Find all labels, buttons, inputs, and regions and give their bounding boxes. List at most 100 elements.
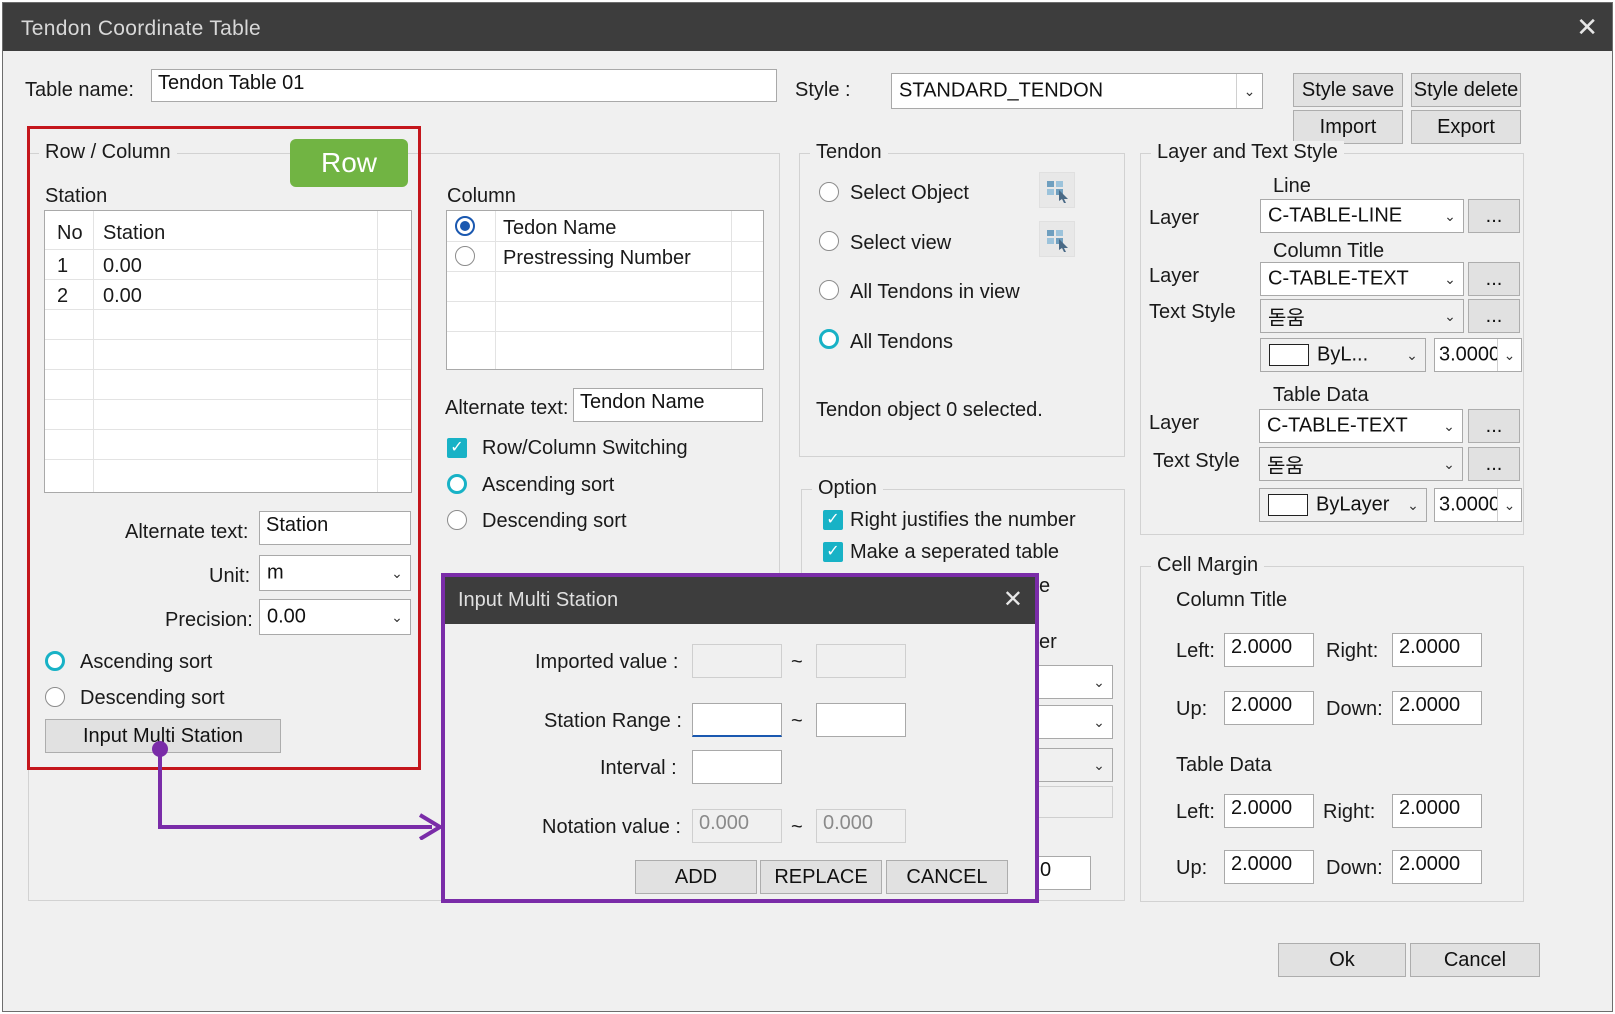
interval-input[interactable] (692, 750, 782, 784)
add-button[interactable]: ADD (635, 860, 757, 894)
tendon-group-title: Tendon (810, 141, 888, 164)
column-ascending-label: Ascending sort (482, 474, 615, 496)
all-tendons-radio[interactable] (819, 329, 839, 349)
cm-td-left-label: Left: (1176, 801, 1215, 823)
data-layer-select[interactable]: C-TABLE-TEXT ⌄ (1259, 409, 1463, 443)
option-select-2[interactable]: ⌄ (1033, 705, 1113, 739)
col-color-select[interactable]: ByL... ⌄ (1260, 338, 1426, 372)
style-delete-button[interactable]: Style delete (1411, 73, 1521, 107)
col-text-height-select[interactable]: 3.0000 ⌄ (1434, 338, 1522, 372)
cm-td-right-label: Right: (1323, 801, 1376, 823)
column-descending-radio[interactable] (447, 510, 467, 530)
cm-ct-up-input[interactable]: 2.0000 (1224, 691, 1314, 725)
table-data-subheading: Table Data (1273, 384, 1369, 406)
station-range-label: Station Range : (544, 710, 682, 732)
cell-margin-title: Cell Margin (1151, 554, 1265, 577)
tilde-3: ~ (791, 816, 803, 838)
data-text-style-select[interactable]: 돋움 ⌄ (1259, 447, 1463, 481)
col-text-style-select[interactable]: 돋움 ⌄ (1260, 299, 1464, 333)
data-layer-browse-button[interactable]: ... (1468, 409, 1520, 443)
title-bar: Tendon Coordinate Table ✕ (3, 3, 1612, 51)
select-view-radio[interactable] (819, 231, 839, 251)
data-text-style-label: Text Style (1153, 450, 1240, 472)
col-layer-label: Layer (1149, 265, 1200, 287)
notation-to-input: 0.000 (816, 809, 906, 843)
select-object-pick-icon[interactable] (1039, 172, 1075, 208)
sub-title-bar: Input Multi Station ✕ (445, 577, 1035, 624)
range-from-input[interactable] (692, 703, 782, 737)
style-select[interactable]: STANDARD_TENDON ⌄ (891, 73, 1263, 109)
option-select-3[interactable]: ⌄ (1033, 748, 1113, 782)
close-icon[interactable]: ✕ (1576, 12, 1598, 43)
right-justify-checkbox[interactable]: ✓ (823, 510, 843, 530)
chevron-down-icon: ⌄ (1093, 756, 1105, 773)
cm-td-down-input[interactable]: 2.0000 (1392, 850, 1482, 884)
export-button[interactable]: Export (1411, 110, 1521, 144)
tendon-status-text: Tendon object 0 selected. (816, 399, 1043, 421)
data-color-value: ByLayer (1316, 493, 1390, 516)
all-tendons-label: All Tendons (850, 331, 954, 353)
column-item-tedon-name[interactable]: Tedon Name (503, 217, 616, 240)
option-group-title: Option (812, 477, 883, 500)
style-save-button[interactable]: Style save (1293, 73, 1403, 107)
cm-ct-down-input[interactable]: 2.0000 (1392, 691, 1482, 725)
column-item-prestressing-number[interactable]: Prestressing Number (503, 247, 691, 270)
line-layer-select[interactable]: C-TABLE-LINE ⌄ (1260, 199, 1464, 233)
cm-td-left-input[interactable]: 2.0000 (1224, 794, 1314, 828)
column-ascending-radio[interactable] (447, 474, 467, 494)
table-name-label: Table name: (25, 79, 134, 101)
select-object-label: Select Object (850, 182, 969, 204)
cm-td-right-input[interactable]: 2.0000 (1392, 794, 1482, 828)
column-alt-text-input[interactable]: Tendon Name (573, 388, 763, 422)
col-layer-browse-button[interactable]: ... (1468, 262, 1520, 296)
option-select-1[interactable]: ⌄ (1033, 665, 1113, 699)
close-icon[interactable]: ✕ (1003, 585, 1023, 614)
option-field[interactable]: 0 (1033, 856, 1091, 890)
ok-button[interactable]: Ok (1278, 943, 1406, 977)
data-layer-label: Layer (1149, 412, 1200, 434)
color-swatch-icon (1269, 344, 1309, 366)
select-object-radio[interactable] (819, 182, 839, 202)
cm-ct-left-input[interactable]: 2.0000 (1224, 633, 1314, 667)
line-layer-value: C-TABLE-LINE (1268, 204, 1403, 227)
separated-table-checkbox[interactable]: ✓ (823, 542, 843, 562)
option-partial-text-2: er (1039, 631, 1057, 653)
separated-table-label: Make a seperated table (850, 541, 1060, 563)
range-to-input[interactable] (816, 703, 906, 737)
all-tendons-in-view-radio[interactable] (819, 280, 839, 300)
data-text-style-browse-button[interactable]: ... (1468, 447, 1520, 481)
col-layer-select[interactable]: C-TABLE-TEXT ⌄ (1260, 262, 1464, 296)
line-layer-browse-button[interactable]: ... (1468, 199, 1520, 233)
cm-ct-right-input[interactable]: 2.0000 (1392, 633, 1482, 667)
import-button[interactable]: Import (1293, 110, 1403, 144)
chevron-down-icon: ⌄ (1093, 673, 1105, 690)
cm-table-data-heading: Table Data (1176, 754, 1272, 776)
chevron-down-icon: ⌄ (1444, 270, 1456, 287)
col-text-style-label: Text Style (1149, 301, 1236, 323)
callout-arrow (152, 741, 444, 840)
select-view-pick-icon[interactable] (1039, 221, 1075, 257)
imported-from-input (692, 644, 782, 678)
tilde-1: ~ (791, 651, 803, 673)
chevron-down-icon: ⌄ (1406, 346, 1418, 363)
row-column-switching-checkbox[interactable]: ✓ (447, 438, 467, 458)
data-text-height-select[interactable]: 3.0000 ⌄ (1434, 488, 1522, 522)
data-layer-value: C-TABLE-TEXT (1267, 414, 1408, 437)
cm-td-up-input[interactable]: 2.0000 (1224, 850, 1314, 884)
data-color-select[interactable]: ByLayer ⌄ (1259, 488, 1427, 522)
col-text-style-value: 돋움 (1268, 307, 1305, 330)
notation-value-label: Notation value : (542, 816, 681, 838)
data-text-style-value: 돋움 (1267, 455, 1304, 478)
col-text-style-browse-button[interactable]: ... (1468, 299, 1520, 333)
chevron-down-icon: ⌄ (1443, 455, 1455, 472)
column-item-1-radio[interactable] (455, 216, 475, 236)
column-title-subheading: Column Title (1273, 240, 1385, 262)
chevron-down-icon: ⌄ (1497, 489, 1521, 521)
column-item-2-radio[interactable] (455, 246, 475, 266)
sub-cancel-button[interactable]: CANCEL (886, 860, 1008, 894)
chevron-down-icon: ⌄ (1236, 74, 1262, 108)
table-name-input[interactable]: Tendon Table 01 (151, 69, 777, 102)
column-list[interactable]: Tedon Name Prestressing Number (446, 210, 764, 370)
cancel-button[interactable]: Cancel (1410, 943, 1540, 977)
replace-button[interactable]: REPLACE (760, 860, 882, 894)
